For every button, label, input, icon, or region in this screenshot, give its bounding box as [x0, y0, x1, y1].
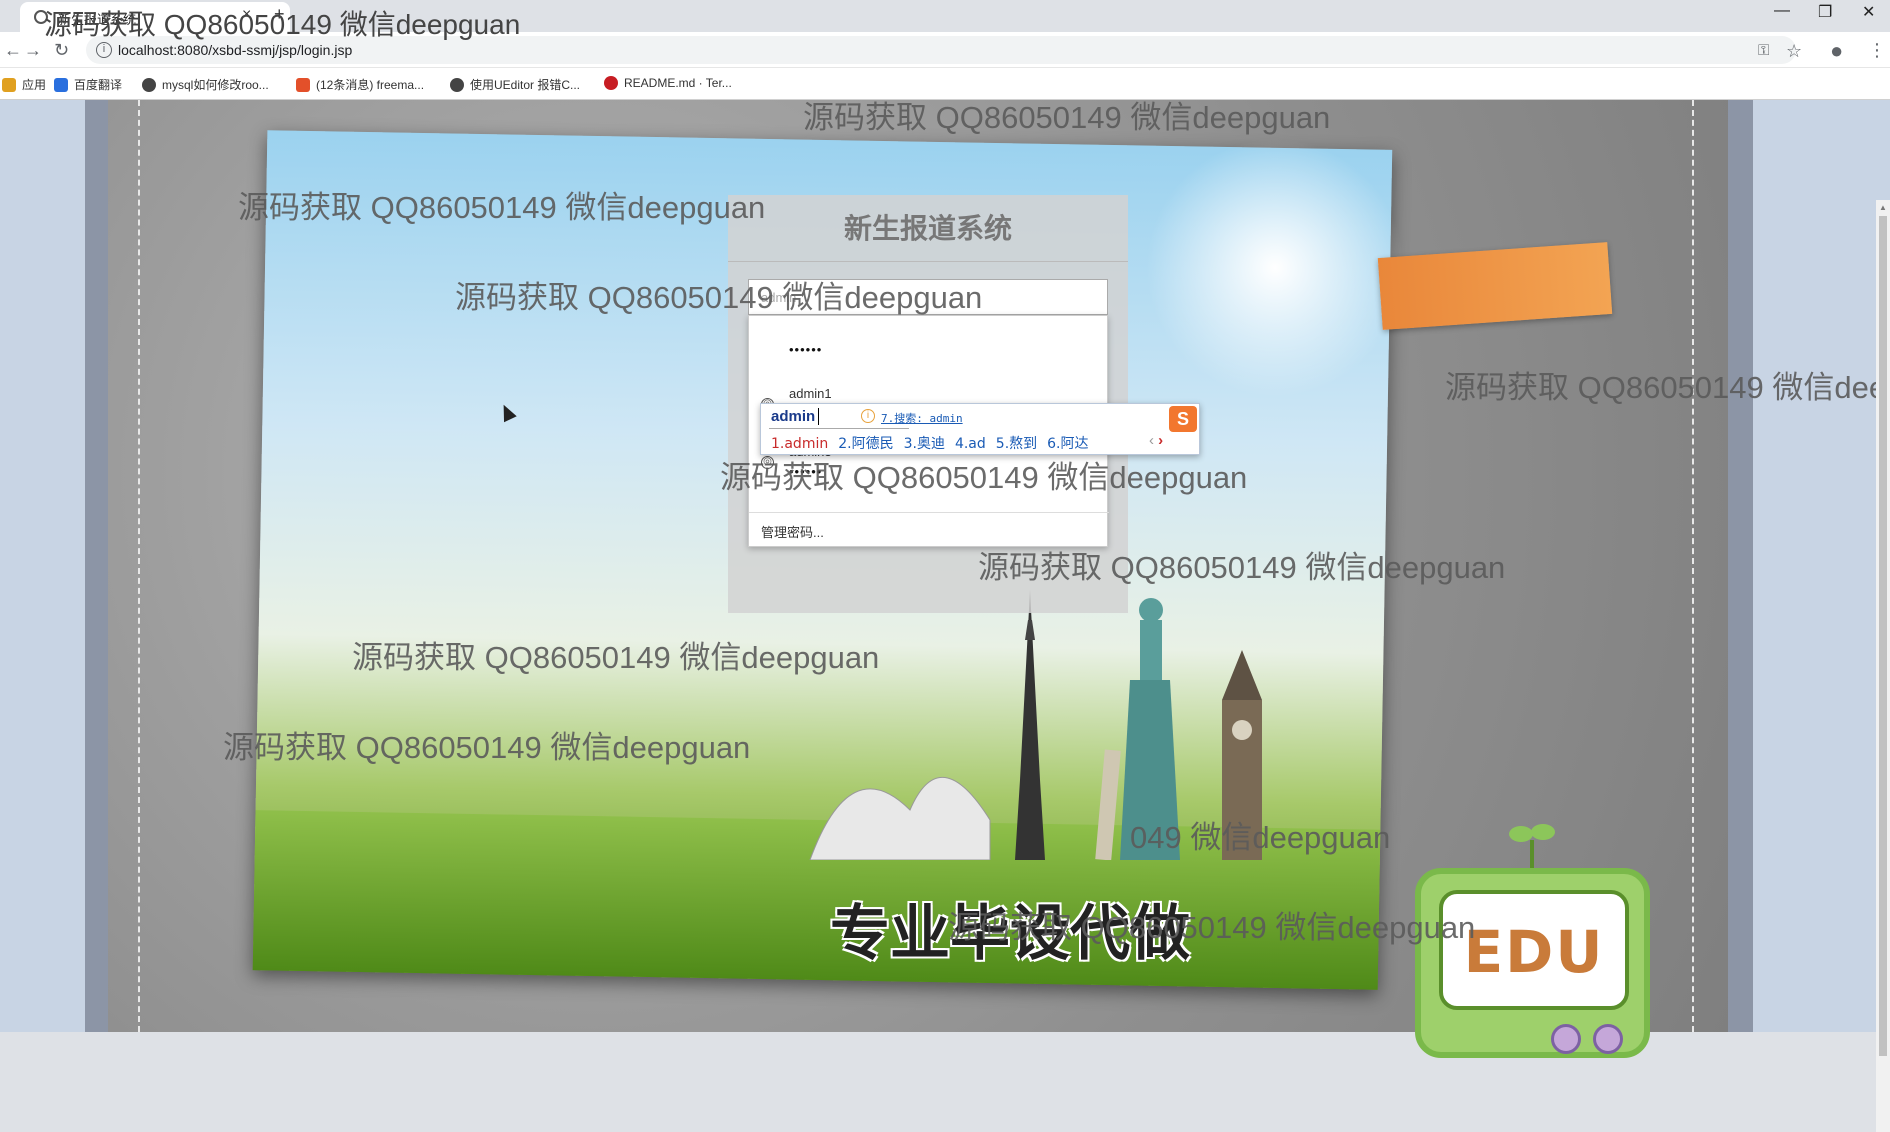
- watermark-text: 源码获取 QQ86050149 微信deepguan: [978, 550, 1506, 585]
- minimize-icon[interactable]: —: [1774, 2, 1790, 20]
- tv-knob-icon: [1551, 1024, 1581, 1054]
- bookmark-csdn[interactable]: (12条消息) freema...: [296, 76, 424, 93]
- bookmark-baidu-translate[interactable]: 百度翻译: [54, 76, 122, 93]
- ime-candidate[interactable]: 1.admin: [771, 436, 828, 452]
- ime-candidate[interactable]: 3.奥迪: [904, 436, 945, 452]
- bookmark-apps[interactable]: 应用: [2, 76, 46, 93]
- login-title: 新生报道系统: [843, 213, 1012, 244]
- menu-icon[interactable]: ⋮: [1868, 40, 1886, 61]
- watermark-text: 源码获取 QQ86050149 微信deepguan: [238, 190, 766, 225]
- prev-page-icon[interactable]: ‹: [1149, 432, 1154, 449]
- sprout-icon: [1509, 824, 1555, 868]
- bookmark-readme[interactable]: README.md · Ter...: [604, 76, 732, 90]
- edu-label: EDU: [1463, 918, 1605, 986]
- close-window-icon[interactable]: ✕: [1862, 2, 1875, 22]
- saved-password-mask: ••••••: [789, 342, 823, 357]
- edu-tv-badge: EDU: [1415, 868, 1650, 1058]
- watermark-text: 源码获取 QQ86050149 微信deepguan: [948, 910, 1476, 945]
- ime-page-arrows[interactable]: ‹ ›: [1149, 432, 1163, 449]
- csdn-icon: [296, 78, 310, 92]
- title-divider: [728, 261, 1128, 262]
- back-icon[interactable]: ←: [4, 40, 22, 61]
- reload-icon[interactable]: ↻: [54, 40, 69, 61]
- scroll-up-icon[interactable]: ▲: [1879, 203, 1887, 212]
- watermark-text: 源码获取 QQ86050149 微信deepguan: [720, 460, 1248, 495]
- gitee-icon: [604, 76, 618, 90]
- manage-passwords-link[interactable]: 管理密码...: [761, 522, 824, 541]
- site-info-icon[interactable]: i: [96, 42, 112, 58]
- page-viewport: 新生报道系统 admin •••••• ◎ admin1 •••••• ◎ ad…: [0, 100, 1890, 1132]
- watermark-text: 源码获取 QQ86050149 微信deepguan: [803, 100, 1331, 135]
- watermark-text: 源码获取 QQ86050149 微信deepguan: [352, 640, 880, 675]
- profile-icon[interactable]: ●: [1830, 38, 1843, 64]
- watermark-text: 049 微信deepguan: [1130, 820, 1391, 855]
- watermark-text: 源码获取 QQ86050149 微信deepguan: [44, 9, 521, 40]
- ime-caret: [818, 408, 819, 425]
- apps-icon: [2, 78, 16, 92]
- restore-icon[interactable]: ❐: [1818, 2, 1832, 22]
- saved-account-item[interactable]: ••••••: [749, 316, 1109, 372]
- url-text[interactable]: localhost:8080/xsbd-ssmj/jsp/login.jsp: [118, 42, 352, 58]
- ime-candidate-window: admin i 7.搜索: admin S 1.admin 2.阿德民 3.奥迪 4.…: [760, 403, 1200, 455]
- key-icon[interactable]: ⚿: [1758, 42, 1769, 59]
- saved-account-name: admin1: [789, 386, 832, 401]
- ime-candidate[interactable]: 5.熬到: [996, 436, 1037, 452]
- stitch-line-left: [138, 100, 140, 1032]
- scrollbar-thumb[interactable]: [1879, 216, 1887, 1056]
- ime-search-hint[interactable]: 7.搜索: admin: [881, 410, 963, 426]
- ime-candidate[interactable]: 4.ad: [955, 436, 986, 452]
- next-page-icon[interactable]: ›: [1158, 432, 1163, 449]
- sogou-logo-icon: S: [1169, 406, 1197, 432]
- forward-icon[interactable]: →: [24, 40, 42, 61]
- watermark-text: 源码获取 QQ86050149 微信deepguan: [455, 280, 983, 315]
- paw-icon: [142, 78, 156, 92]
- bookmark-ueditor[interactable]: 使用UEditor 报错C...: [450, 76, 580, 93]
- sun-glow: [1142, 135, 1408, 401]
- ime-underline: [769, 428, 909, 429]
- watermark-text: 源码获取 QQ86050149 微信deepguan: [223, 730, 751, 765]
- info-icon: i: [861, 409, 875, 423]
- stitch-line-right: [1692, 100, 1694, 1032]
- tv-knob-icon: [1593, 1024, 1623, 1054]
- bookmark-mysql[interactable]: mysql如何修改roo...: [142, 76, 269, 93]
- baidu-translate-icon: [54, 78, 68, 92]
- ime-candidate-list: 1.admin 2.阿德民 3.奥迪 4.ad 5.熬到 6.阿达: [771, 433, 1099, 453]
- ime-composition: admin: [771, 408, 816, 425]
- dropdown-divider: [749, 512, 1109, 513]
- ime-candidate[interactable]: 6.阿达: [1047, 436, 1088, 452]
- bookmark-star-icon[interactable]: ☆: [1786, 41, 1802, 62]
- vertical-scrollbar[interactable]: ▲: [1876, 200, 1890, 1132]
- paw-icon: [450, 78, 464, 92]
- ime-candidate[interactable]: 2.阿德民: [838, 436, 893, 452]
- watermark-text: 源码获取 QQ86050149 微信dee: [1445, 370, 1887, 405]
